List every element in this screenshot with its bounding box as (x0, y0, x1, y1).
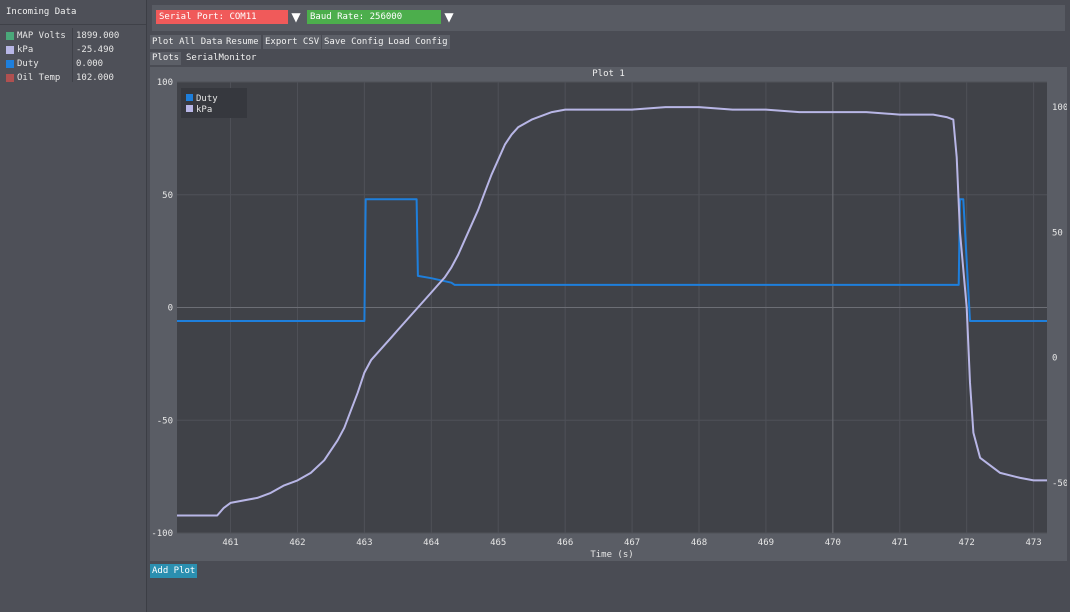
x-axis-label: Time (s) (590, 550, 633, 560)
x-tick-label: 469 (758, 538, 774, 548)
y-left-tick-label: 50 (162, 191, 173, 201)
x-tick-label: 464 (423, 538, 439, 548)
data-row-name: kPa (17, 45, 34, 55)
x-tick-label: 465 (490, 538, 506, 548)
incoming-data-title: Incoming Data (0, 0, 146, 25)
x-tick-label: 471 (892, 538, 908, 548)
export-csv-button[interactable]: Export CSV (263, 35, 322, 49)
column-separator (72, 28, 73, 82)
data-row-value: 0.000 (76, 59, 104, 69)
resume-button[interactable]: Resume (224, 35, 261, 49)
x-tick-label: 473 (1025, 538, 1041, 548)
y-right-tick-label: 100 (1052, 103, 1067, 113)
line-chart[interactable]: 461 462 463 464 465 466 467 468 469 470 471 472 473 -… (150, 67, 1067, 561)
plot-panel: Plot 1 461 462 463 464 465 466 467 468 469 470 471… (150, 67, 1067, 561)
x-tick-label: 467 (624, 538, 640, 548)
series-color-swatch[interactable] (6, 74, 14, 82)
incoming-data-list: MAP Volts 1899.000 kPa -25.490 Duty 0.000 Oil … (0, 25, 146, 85)
x-tick-label: 472 (959, 538, 975, 548)
y-left-tick-label: -100 (151, 529, 173, 539)
y-right-tick-label: -50 (1052, 479, 1067, 489)
y-right-tick-label: 0 (1052, 354, 1057, 364)
y-left-tick-label: -50 (157, 416, 173, 426)
add-plot-button[interactable]: Add Plot (150, 564, 198, 578)
x-tick-label: 470 (825, 538, 841, 548)
plot-all-data-button[interactable]: Plot All Data (150, 35, 225, 49)
baud-rate-select[interactable]: Baud Rate: 256000 (307, 10, 441, 24)
legend-swatch (186, 94, 193, 101)
incoming-data-panel: Incoming Data MAP Volts 1899.000 kPa -25.49… (0, 0, 147, 612)
data-row-value: 1899.000 (76, 31, 120, 41)
series-color-swatch[interactable] (6, 46, 14, 54)
data-row-name: Duty (17, 59, 39, 69)
connection-bar: Serial Port: COM11 ▼ Baud Rate: 256000 ▼ (152, 5, 1065, 31)
data-row-value: -25.490 (76, 45, 114, 55)
incoming-data-row: Oil Temp 102.000 (0, 71, 146, 85)
series-color-swatch[interactable] (6, 32, 14, 40)
legend-label: kPa (196, 105, 212, 115)
x-tick-label: 462 (289, 538, 305, 548)
incoming-data-row: MAP Volts 1899.000 (0, 29, 146, 43)
incoming-data-row: Duty 0.000 (0, 57, 146, 71)
y-left-tick-label: 0 (168, 304, 173, 314)
baud-rate-dropdown-icon[interactable]: ▼ (442, 9, 456, 25)
series-color-swatch[interactable] (6, 60, 14, 68)
legend-swatch (186, 105, 193, 112)
incoming-data-row: kPa -25.490 (0, 43, 146, 57)
tab-plots[interactable]: Plots (150, 52, 182, 65)
y-right-tick-label: 50 (1052, 228, 1063, 238)
load-config-button[interactable]: Load Config (386, 35, 450, 49)
tab-serial-monitor[interactable]: SerialMonitor (184, 52, 258, 65)
legend-label: Duty (196, 94, 218, 104)
x-tick-label: 466 (557, 538, 573, 548)
data-row-value: 102.000 (76, 73, 114, 83)
x-tick-label: 463 (356, 538, 372, 548)
data-row-name: MAP Volts (17, 31, 66, 41)
y-left-tick-label: 100 (157, 78, 173, 88)
data-row-name: Oil Temp (17, 73, 61, 83)
x-tick-label: 468 (691, 538, 707, 548)
serial-port-select[interactable]: Serial Port: COM11 (156, 10, 288, 24)
x-tick-label: 461 (222, 538, 238, 548)
main-area: Serial Port: COM11 ▼ Baud Rate: 256000 ▼… (148, 0, 1070, 612)
save-config-button[interactable]: Save Config (322, 35, 386, 49)
serial-port-dropdown-icon[interactable]: ▼ (289, 9, 303, 25)
